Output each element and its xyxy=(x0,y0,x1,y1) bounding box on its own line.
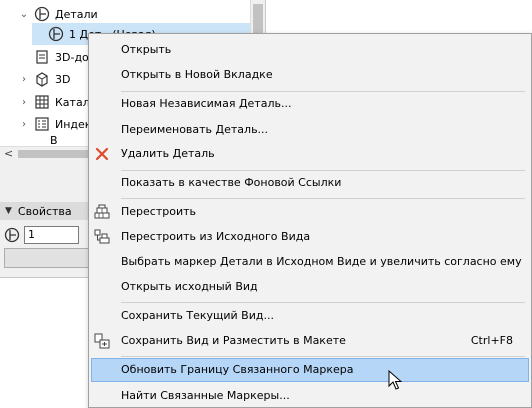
menu-separator xyxy=(121,198,525,199)
expand-arrow-icon[interactable]: › xyxy=(18,74,30,85)
menu-item-save-view-place-layout[interactable]: Сохранить Вид и Разместить в Макете Ctrl… xyxy=(91,329,529,353)
menu-separator xyxy=(121,356,525,357)
scroll-thumb[interactable] xyxy=(253,4,263,34)
cube-icon xyxy=(34,71,50,87)
menu-item-rebuild[interactable]: Перестроить xyxy=(91,200,529,224)
expand-arrow-icon[interactable]: › xyxy=(18,119,30,130)
id-field[interactable]: 1 xyxy=(24,226,79,244)
menu-item-save-current-view[interactable]: Сохранить Текущий Вид... xyxy=(91,304,529,328)
tree-item-label: Детали xyxy=(55,7,98,21)
grid-icon xyxy=(34,94,50,110)
detail-icon xyxy=(48,26,64,42)
tree-item-label: В xyxy=(50,134,58,146)
shortcut-label: Ctrl+F8 xyxy=(470,334,513,347)
scroll-thumb[interactable] xyxy=(18,150,88,158)
detail-icon xyxy=(4,227,20,243)
document-3d-icon xyxy=(34,49,50,65)
rebuild-from-source-icon xyxy=(94,229,110,245)
menu-item-open[interactable]: Открыть xyxy=(91,38,529,62)
delete-icon xyxy=(94,146,110,162)
menu-item-rebuild-from-source[interactable]: Перестроить из Исходного Вида xyxy=(91,225,529,249)
detail-icon xyxy=(34,6,50,22)
menu-item-select-detail-marker[interactable]: Выбрать маркер Детали в Исходном Виде и … xyxy=(91,250,529,274)
tree-item-label: 3D xyxy=(55,72,71,86)
save-place-layout-icon xyxy=(94,333,110,349)
menu-item-rename-detail[interactable]: Переименовать Деталь... xyxy=(91,118,529,142)
expand-arrow-icon[interactable]: › xyxy=(18,97,30,108)
menu-item-delete-detail[interactable]: Удалить Деталь xyxy=(91,142,529,166)
scroll-left-icon[interactable]: < xyxy=(4,147,13,160)
mouse-cursor-icon xyxy=(388,370,402,390)
menu-item-show-as-background-reference[interactable]: Показать в качестве Фоновой Ссылки xyxy=(91,171,529,195)
menu-item-new-independent-detail[interactable]: Новая Независимая Деталь... xyxy=(91,92,529,116)
expand-arrow-icon[interactable]: ⌄ xyxy=(18,9,30,20)
context-menu: Открыть Открыть в Новой Вкладке Новая Не… xyxy=(88,33,532,408)
menu-item-update-linked-marker-boundary[interactable]: Обновить Границу Связанного Маркера xyxy=(91,358,529,382)
menu-separator xyxy=(121,302,525,303)
menu-item-open-source-view[interactable]: Открыть исходный Вид xyxy=(91,275,529,299)
list-icon xyxy=(34,116,50,132)
properties-title: Свойства xyxy=(17,204,72,218)
tree-item-details[interactable]: ⌄ Детали xyxy=(18,3,265,25)
collapse-triangle-icon[interactable]: ▼ xyxy=(5,206,12,216)
menu-item-open-new-tab[interactable]: Открыть в Новой Вкладке xyxy=(91,63,529,87)
menu-item-find-linked-markers[interactable]: Найти Связанные Маркеры... xyxy=(91,384,529,408)
rebuild-icon xyxy=(94,204,110,220)
